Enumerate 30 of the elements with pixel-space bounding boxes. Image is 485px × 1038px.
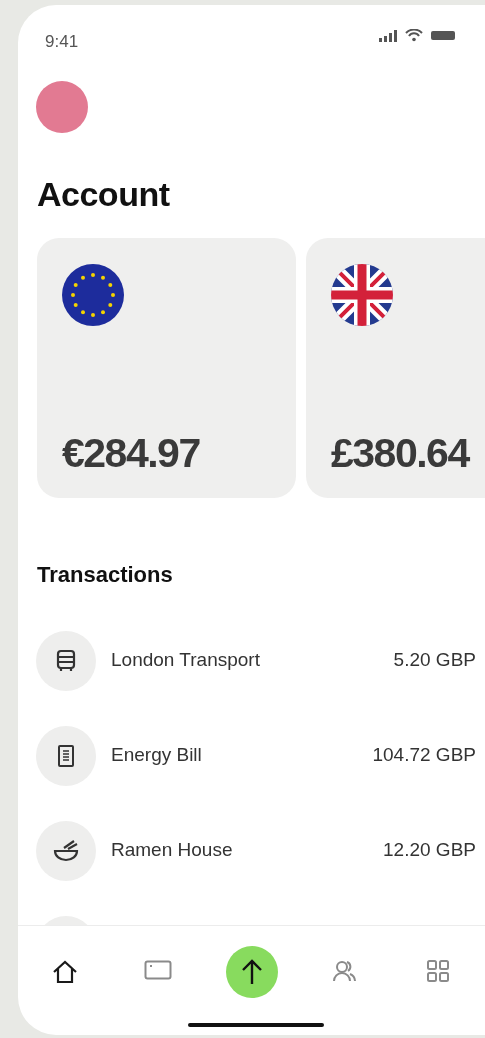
- balance: £380.64: [331, 428, 471, 478]
- home-icon: [51, 960, 78, 984]
- transaction-row[interactable]: London Transport 5.20 GBP: [36, 613, 476, 708]
- section-title: Transactions: [37, 561, 174, 589]
- arrow-up-icon: [240, 958, 263, 986]
- flag-icon: [62, 264, 124, 326]
- balance: €284.97: [62, 428, 201, 478]
- people-icon: [332, 960, 357, 982]
- account-card[interactable]: £380.64: [306, 238, 485, 498]
- account-card[interactable]: €284.97: [37, 238, 296, 498]
- wifi-icon: [405, 29, 423, 42]
- signal-icon: [379, 29, 397, 42]
- transaction-amount: 5.20 GBP: [393, 648, 476, 673]
- bowl-icon: [52, 838, 80, 863]
- battery-icon: [431, 31, 455, 40]
- transaction-name: Energy Bill: [111, 743, 203, 768]
- transaction-name: Ramen House: [111, 838, 234, 863]
- transaction-row[interactable]: Energy Bill 104.72 GBP: [36, 708, 476, 803]
- send-button[interactable]: [225, 946, 278, 998]
- transaction-amount: 104.72 GBP: [372, 743, 476, 768]
- avatar[interactable]: [36, 81, 88, 133]
- transaction-amount: 12.20 GBP: [383, 838, 476, 863]
- status-time: 9:41: [45, 31, 79, 53]
- card-icon: [144, 960, 173, 980]
- page-title: Account: [37, 174, 171, 215]
- transaction-row[interactable]: Ramen House 12.20 GBP: [36, 803, 476, 898]
- bus-icon: [56, 648, 76, 673]
- document-icon: [57, 743, 75, 768]
- transaction-name: London Transport: [111, 648, 261, 673]
- grid-icon: [427, 960, 450, 982]
